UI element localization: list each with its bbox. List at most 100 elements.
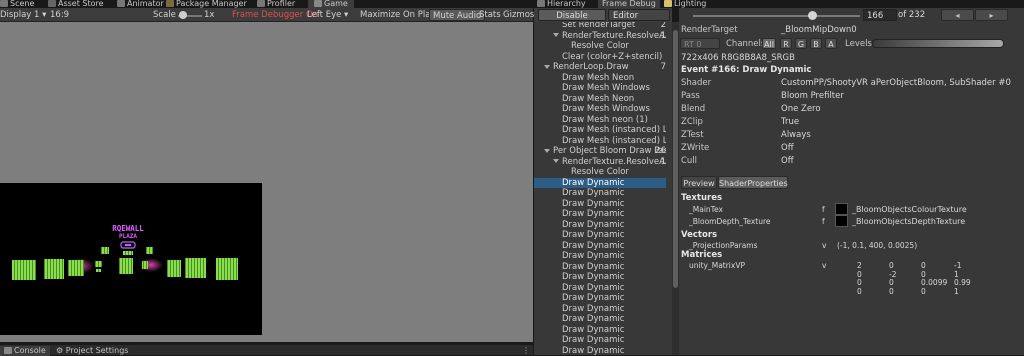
tree-row[interactable]: Draw Dynamic <box>534 314 666 325</box>
tree-row-label: Draw Mesh Windows <box>562 83 650 93</box>
tree-row[interactable]: Draw Mesh (instanced) Light M <box>534 125 666 136</box>
tree-row[interactable]: Per Object Bloom Draw Pass 26 <box>534 146 666 157</box>
tree-row-label: Draw Dynamic <box>562 188 625 198</box>
event-slider-track[interactable] <box>693 15 860 17</box>
tree-row[interactable]: RenderLoop.Draw 7 <box>534 62 666 73</box>
tree-row-label: Draw Mesh Neon <box>562 93 635 104</box>
tree-row[interactable]: Draw Dynamic <box>534 293 666 304</box>
tree-row[interactable]: Resolve Color <box>534 167 666 178</box>
tab-asset-store[interactable]: Asset Store <box>48 0 104 8</box>
expand-arrow-icon[interactable] <box>553 33 559 37</box>
tree-row[interactable]: Draw Mesh Windows <box>534 83 666 94</box>
channel-b-button[interactable]: B <box>810 38 822 49</box>
tree-row-count: 7 <box>660 62 666 72</box>
tree-row[interactable]: Draw Dynamic <box>534 325 666 336</box>
package-icon <box>166 0 174 7</box>
event-tree[interactable]: Set RenderTarget 2 RenderTexture.ResolveAA… <box>534 22 672 355</box>
tree-row[interactable]: Draw Dynamic <box>534 209 666 220</box>
channel-all-button[interactable]: All <box>762 38 776 49</box>
tab-profiler[interactable]: Profiler <box>257 0 295 8</box>
asset-store-icon <box>48 0 56 7</box>
event-slider-thumb[interactable] <box>808 11 818 20</box>
texture-thumbnail <box>835 215 848 227</box>
tab-frame-debug[interactable]: Frame Debug <box>598 0 660 8</box>
rt-select[interactable]: RT 0 <box>680 38 720 49</box>
zclip-label: ZClip <box>681 117 703 127</box>
tab-package-manager[interactable]: Package Manager <box>166 0 247 8</box>
textures-header: Textures <box>681 193 723 203</box>
levels-slider[interactable] <box>872 39 1004 48</box>
arrow-left-icon: ◂ <box>955 11 960 20</box>
tree-row[interactable]: Draw Mesh neon (1) <box>534 115 666 126</box>
bottom-tab-strip: Console ⚙ Project Settings ⋮ <box>0 344 533 356</box>
game-render-canvas: RQEWALL PLAZA <box>0 183 262 335</box>
tree-row-count: 1 <box>660 156 666 167</box>
channel-a-button[interactable]: A <box>825 38 837 49</box>
disable-button[interactable]: Disable <box>538 9 606 21</box>
tree-row[interactable]: Draw Dynamic <box>534 335 666 346</box>
tree-row[interactable]: Set RenderTarget 2 <box>534 22 666 31</box>
channel-g-button[interactable]: G <box>795 38 807 49</box>
tree-row[interactable]: Draw Dynamic <box>534 199 666 210</box>
ztest-value: Always <box>781 130 811 140</box>
tree-row[interactable]: Draw Dynamic <box>534 230 666 241</box>
tree-row[interactable]: Draw Dynamic <box>534 177 666 188</box>
scale-slider-thumb[interactable] <box>179 11 187 19</box>
channel-r-button[interactable]: R <box>780 38 792 49</box>
tree-row[interactable]: Draw Dynamic <box>534 241 666 252</box>
maximize-on-play-toggle[interactable]: Maximize On Play <box>360 9 435 21</box>
blend-value: One Zero <box>781 104 821 114</box>
more-options-icon[interactable]: ⋮ <box>522 346 530 355</box>
tree-row[interactable]: Draw Dynamic <box>534 304 666 315</box>
texture-value: _BloomObjectsDepthTexture <box>852 217 966 226</box>
tree-row[interactable]: Draw Dynamic <box>534 283 666 294</box>
tree-row[interactable]: Draw Dynamic <box>534 251 666 262</box>
event-title: Event #166: Draw Dynamic <box>681 65 812 75</box>
aspect-dropdown[interactable]: 16:9 <box>50 9 69 21</box>
tree-row[interactable]: Draw Dynamic <box>534 262 666 273</box>
matrix-cell: 0 <box>857 286 862 296</box>
tree-row[interactable]: Draw Mesh Neon <box>534 94 666 105</box>
tree-row[interactable]: Draw Dynamic <box>534 188 666 199</box>
tree-row-label: Draw Dynamic <box>562 251 625 261</box>
next-event-button[interactable]: ▸ <box>975 9 1008 21</box>
tab-scene[interactable]: Scene <box>0 0 34 8</box>
tab-animator[interactable]: Animator <box>117 0 164 8</box>
tree-row[interactable]: Draw Dynamic <box>534 220 666 231</box>
tree-row-label: Draw Dynamic <box>562 219 625 230</box>
event-tree-scroll-thumb[interactable] <box>673 30 678 288</box>
tree-row[interactable]: Resolve Color <box>534 41 666 52</box>
tree-row[interactable]: Draw Dynamic <box>534 272 666 283</box>
tree-row-label: Draw Dynamic <box>562 282 625 293</box>
target-dropdown[interactable]: Editor <box>608 9 670 21</box>
eye-dropdown[interactable]: Left Eye ▾ <box>307 9 348 21</box>
display-dropdown[interactable]: Display 1 ▾ <box>0 9 46 21</box>
tree-row[interactable]: Draw Dynamic <box>534 346 666 356</box>
tree-row[interactable]: Clear (color+Z+stencil) <box>534 52 666 63</box>
tree-row[interactable]: RenderTexture.ResolveAA 1 <box>534 31 666 42</box>
animator-icon <box>117 0 125 7</box>
shader-label: Shader <box>681 78 712 88</box>
expand-arrow-icon[interactable] <box>553 159 559 163</box>
gear-icon: ⚙ <box>56 346 66 355</box>
tab-game[interactable]: Game <box>308 0 354 8</box>
prev-event-button[interactable]: ◂ <box>941 9 974 21</box>
tree-row[interactable]: Draw Mesh Neon <box>534 73 666 84</box>
expand-arrow-icon[interactable] <box>544 148 550 153</box>
mute-audio-toggle[interactable]: Mute Audio <box>429 9 486 21</box>
tree-row[interactable]: Draw Mesh (instanced) Light S <box>534 136 666 147</box>
stats-toggle[interactable]: Stats <box>479 9 501 21</box>
tab-hierarchy[interactable]: Hierarchy <box>537 0 586 8</box>
tree-row-label: Draw Mesh Neon <box>562 72 635 83</box>
tree-row-label: Draw Dynamic <box>562 209 625 219</box>
gizmos-toggle[interactable]: Gizmos <box>503 9 534 21</box>
matrix-cell: 0 <box>889 286 894 296</box>
expand-arrow-icon[interactable] <box>544 64 550 69</box>
event-index-field[interactable]: 166 <box>863 9 897 21</box>
tree-row[interactable]: Draw Mesh Windows <box>534 104 666 115</box>
tab-lighting[interactable]: Lighting <box>664 0 706 8</box>
tab-shader-properties[interactable]: ShaderProperties <box>718 176 788 189</box>
tree-row[interactable]: RenderTexture.ResolveAA 1 <box>534 157 666 168</box>
tab-preview[interactable]: Preview <box>681 176 717 189</box>
tree-row-label: Resolve Color <box>571 41 629 51</box>
